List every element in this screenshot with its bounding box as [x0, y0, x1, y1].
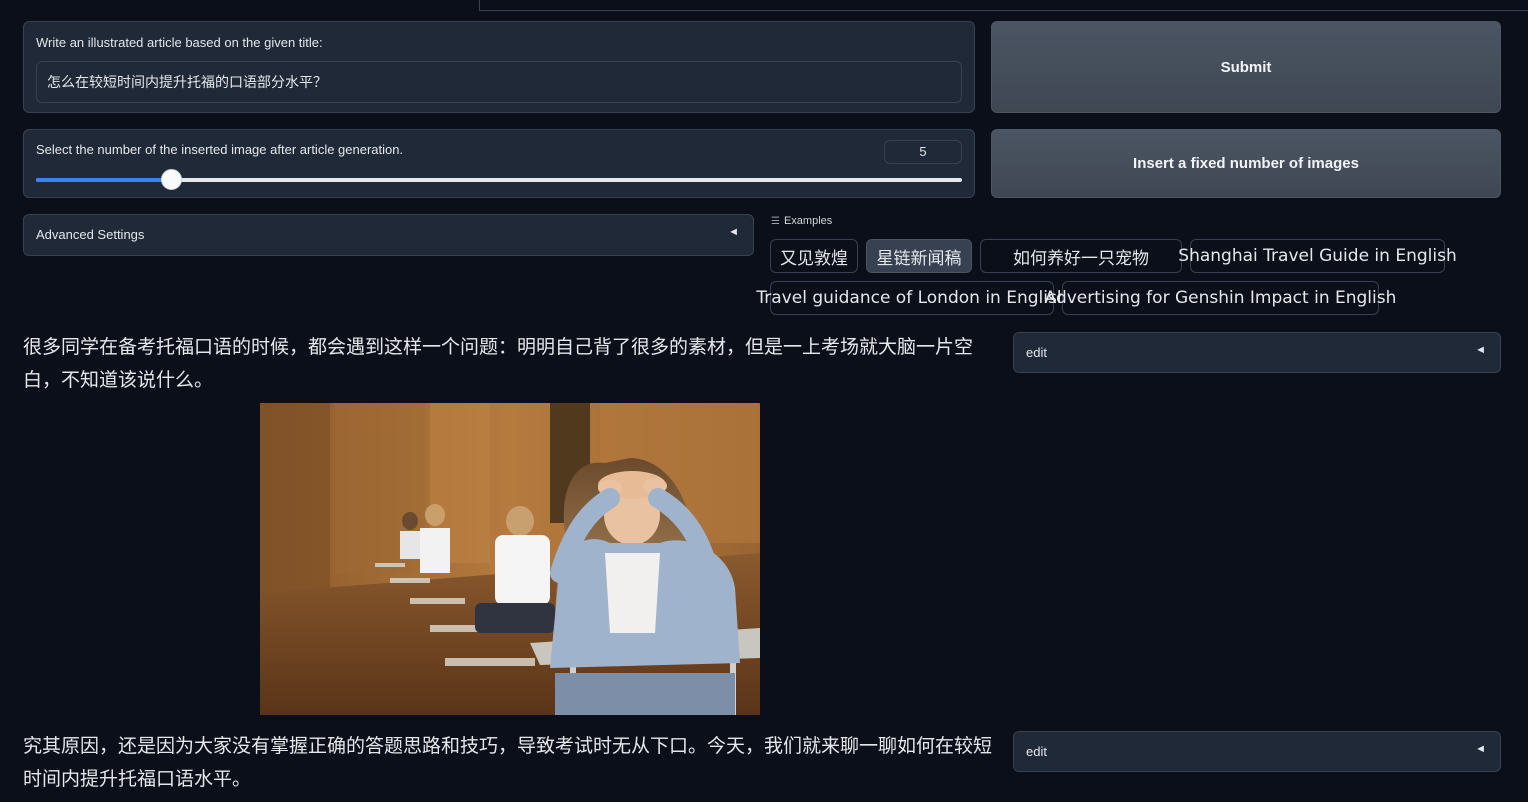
title-input-block: Write an illustrated article based on th…: [23, 21, 975, 113]
edit-label: edit: [1026, 345, 1047, 360]
tab-strip: [0, 0, 1528, 11]
insert-fixed-images-button[interactable]: Insert a fixed number of images: [991, 129, 1501, 198]
collapse-arrow-icon: ◄: [728, 226, 739, 238]
advanced-settings-accordion[interactable]: Advanced Settings ◄: [23, 214, 754, 256]
example-button[interactable]: Shanghai Travel Guide in English: [1178, 239, 1457, 273]
image-count-slider-fill: [36, 178, 172, 182]
submit-button[interactable]: Submit: [991, 21, 1501, 113]
edit-accordion[interactable]: edit ◄: [1013, 731, 1501, 772]
example-button[interactable]: 如何养好一只宠物: [980, 239, 1182, 273]
examples-label: Examples: [783, 215, 833, 227]
edit-label: edit: [1026, 744, 1047, 759]
example-button[interactable]: Travel guidance of London in English: [756, 281, 1068, 315]
collapse-arrow-icon: ◄: [1475, 743, 1486, 755]
collapse-arrow-icon: ◄: [1475, 344, 1486, 356]
image-count-slider-track[interactable]: [36, 169, 962, 190]
title-input[interactable]: [36, 61, 962, 103]
list-icon: ☰: [771, 215, 780, 227]
example-button-selected[interactable]: 星链新闻稿: [866, 239, 972, 273]
image-count-block: Select the number of the inserted image …: [23, 129, 975, 198]
article-paragraph: 很多同学在备考托福口语的时候，都会遇到这样一个问题：明明自己背了很多的素材，但是…: [23, 336, 974, 391]
article-paragraph: 究其原因，还是因为大家没有掌握正确的答题思路和技巧，导致考试时无从下口。今天，我…: [23, 735, 993, 790]
example-button[interactable]: Advertising for Genshin Impact in Englis…: [1045, 281, 1396, 315]
example-button[interactable]: 又见敦煌: [770, 239, 858, 273]
advanced-settings-label: Advanced Settings: [36, 227, 145, 242]
article-illustration-image: [260, 403, 760, 715]
title-input-label: Write an illustrated article based on th…: [36, 35, 323, 50]
edit-accordion[interactable]: edit ◄: [1013, 332, 1501, 373]
tab-illustrated-article[interactable]: [0, 0, 480, 11]
image-count-slider-thumb[interactable]: [161, 169, 183, 190]
image-count-label: Select the number of the inserted image …: [36, 142, 404, 157]
app-page: Write an illustrated article based on th…: [0, 0, 1528, 802]
image-count-number-input[interactable]: 5: [884, 140, 962, 164]
examples-header: ☰ Examples: [771, 215, 832, 227]
